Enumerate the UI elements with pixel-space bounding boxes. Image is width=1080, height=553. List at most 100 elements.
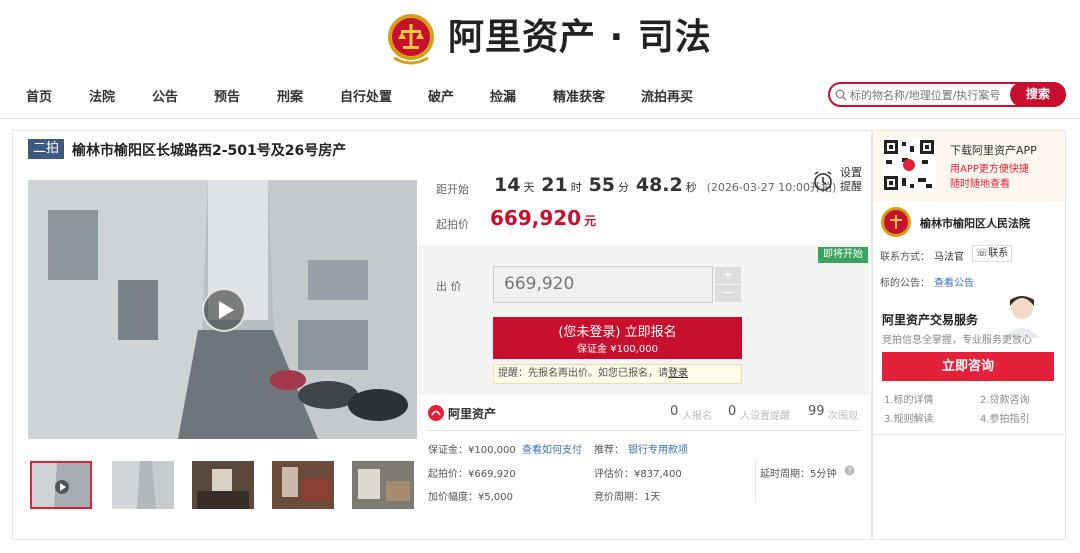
signup-button[interactable]: (您未登录) 立即报名 保证金 ¥100,000 bbox=[493, 317, 742, 359]
countdown-seconds: 48.2 bbox=[635, 174, 683, 196]
start-price-detail: 起拍价：¥669,920 bbox=[428, 469, 516, 480]
search-input[interactable] bbox=[850, 87, 1010, 103]
recommend-label: 推荐： bbox=[594, 445, 624, 456]
search-button[interactable]: 搜索 bbox=[1010, 82, 1066, 107]
nav-criminal[interactable]: 刑案 bbox=[277, 86, 303, 105]
auction-round-badge: 二拍 bbox=[28, 139, 64, 159]
search-icon bbox=[835, 89, 847, 101]
bid-price-input[interactable]: 669,920 bbox=[493, 266, 713, 303]
signup-deposit: 保证金 ¥100,000 bbox=[577, 344, 658, 355]
countdown-minutes: 55 bbox=[588, 174, 616, 196]
contact-button[interactable]: ☏联系 bbox=[972, 245, 1012, 262]
set-reminder-button[interactable]: 设置 提醒 bbox=[808, 166, 864, 196]
start-price-number: 669,920 bbox=[490, 206, 582, 230]
reminder-label-line2: 提醒 bbox=[840, 180, 862, 193]
app-desc-2: 随时随地查看 bbox=[950, 179, 1010, 190]
header-divider bbox=[0, 118, 1080, 119]
start-price-value: 669,920 元 bbox=[490, 206, 596, 230]
reminder-label: 设置 提醒 bbox=[840, 166, 862, 194]
nav-bargain[interactable]: 捡漏 bbox=[490, 86, 516, 105]
nav-court[interactable]: 法院 bbox=[89, 86, 115, 105]
reminder-count: 0 bbox=[728, 404, 737, 419]
nav-reauction[interactable]: 流拍再买 bbox=[641, 86, 693, 105]
thumbnail-photo[interactable] bbox=[192, 461, 254, 509]
thumbnail-photo[interactable] bbox=[272, 461, 334, 509]
signup-label: (您未登录) 立即报名 bbox=[558, 325, 677, 340]
bidding-period: 竞价周期：1天 bbox=[594, 492, 661, 503]
signup-count-label: 人报名 bbox=[682, 411, 712, 422]
play-icon bbox=[219, 301, 234, 319]
signup-count: 0 bbox=[670, 404, 679, 419]
brand-title: 阿里资产 · 司法 bbox=[448, 17, 712, 58]
stats-divider bbox=[428, 430, 860, 431]
play-video-button[interactable] bbox=[202, 288, 246, 332]
thumbnail-image bbox=[272, 461, 334, 509]
guide-item-rules[interactable]: 3.规则解读 bbox=[884, 410, 934, 425]
delay-period: 延时周期：5分钟 bbox=[760, 469, 837, 480]
view-count-label: 次围观 bbox=[828, 411, 858, 422]
login-link[interactable]: 登录 bbox=[668, 368, 688, 379]
notice-label: 标的公告： bbox=[880, 278, 930, 289]
app-desc-1: 用APP更方便快捷 bbox=[950, 164, 1029, 175]
guide-item-bidding[interactable]: 4.参拍指引 bbox=[980, 410, 1030, 425]
thumbnail-image bbox=[352, 461, 414, 509]
nav-bankruptcy[interactable]: 破产 bbox=[428, 86, 454, 105]
app-title: 下载阿里资产APP bbox=[950, 144, 1037, 157]
bank-loan-link[interactable]: 银行专用款项 bbox=[628, 441, 688, 456]
thumbnail-photo[interactable] bbox=[112, 461, 174, 509]
increase-bid-button[interactable]: + bbox=[715, 267, 741, 284]
thumbnail-video[interactable] bbox=[30, 461, 92, 509]
help-icon[interactable]: ? bbox=[844, 465, 855, 476]
thumbnail-image bbox=[192, 461, 254, 509]
reminder-count-label: 人设置提醒 bbox=[740, 411, 790, 422]
countdown-days: 14 bbox=[494, 174, 521, 196]
hours-unit: 时 bbox=[570, 181, 582, 194]
seconds-unit: 秒 bbox=[685, 181, 697, 194]
view-notice-link[interactable]: 查看公告 bbox=[934, 274, 974, 289]
court-emblem-icon bbox=[881, 207, 911, 237]
nav-home[interactable]: 首页 bbox=[26, 86, 52, 105]
appraisal-price: 评估价：¥837,400 bbox=[594, 469, 682, 480]
minutes-unit: 分 bbox=[618, 181, 630, 194]
sidebar-divider bbox=[873, 434, 1065, 435]
nav-preview[interactable]: 预告 bbox=[214, 86, 240, 105]
nav-precise-leads[interactable]: 精准获客 bbox=[553, 86, 605, 105]
decrease-bid-button[interactable]: − bbox=[715, 285, 741, 302]
item-title: 榆林市榆阳区长城路西2-501号及26号房产 bbox=[72, 143, 347, 159]
court-emblem-logo bbox=[388, 14, 434, 65]
start-price-label: 起拍价 bbox=[436, 218, 469, 231]
qr-code-icon bbox=[882, 138, 936, 192]
thumbnail-image bbox=[32, 463, 90, 507]
search-box: 搜索 bbox=[828, 82, 1066, 107]
view-count: 99 bbox=[808, 404, 825, 419]
days-unit: 天 bbox=[523, 181, 535, 194]
svg-text:?: ? bbox=[847, 467, 851, 476]
service-title: 阿里资产交易服务 bbox=[882, 313, 979, 327]
thumbnail-photo[interactable] bbox=[352, 461, 414, 509]
bid-label: 出 价 bbox=[436, 280, 462, 293]
alarm-clock-icon bbox=[814, 171, 832, 191]
reminder-label-line1: 设置 bbox=[840, 166, 862, 179]
bid-increment: 加价幅度：¥5,000 bbox=[428, 492, 513, 503]
how-to-pay-link[interactable]: 查看如何支付 bbox=[522, 441, 582, 456]
court-name[interactable]: 榆林市榆阳区人民法院 bbox=[920, 215, 1030, 231]
guide-item-details[interactable]: 1.标的详情 bbox=[884, 391, 934, 406]
consult-button[interactable]: 立即咨询 bbox=[882, 352, 1054, 381]
nav-announcement[interactable]: 公告 bbox=[152, 86, 178, 105]
countdown-timer: 14 天 21 时 55 分 48.2 秒 (2026-03-27 10:00开拍) bbox=[494, 174, 839, 196]
contact-button-label: 联系 bbox=[988, 248, 1009, 259]
stats-bar: 阿里资产 0 人报名 0 人设置提醒 99 次围观 bbox=[418, 398, 870, 430]
status-badge: 即将开始 bbox=[818, 247, 868, 263]
countdown-hours: 21 bbox=[541, 174, 568, 196]
ali-assets-logo-icon bbox=[428, 405, 444, 421]
contact-label: 联系方式： bbox=[880, 252, 930, 263]
detail-divider bbox=[755, 460, 756, 502]
contact-name: 马法官 bbox=[934, 252, 964, 263]
login-tip: 提醒：先报名再出价。如您已报名，请登录 bbox=[493, 364, 742, 384]
phone-icon: ☏ bbox=[975, 248, 989, 259]
thumbnail-image bbox=[112, 461, 174, 509]
guide-item-loan[interactable]: 2.贷款咨询 bbox=[980, 391, 1030, 406]
stats-brand: 阿里资产 bbox=[448, 407, 497, 421]
nav-self-disposal[interactable]: 自行处置 bbox=[340, 86, 392, 105]
price-unit: 元 bbox=[584, 214, 597, 228]
